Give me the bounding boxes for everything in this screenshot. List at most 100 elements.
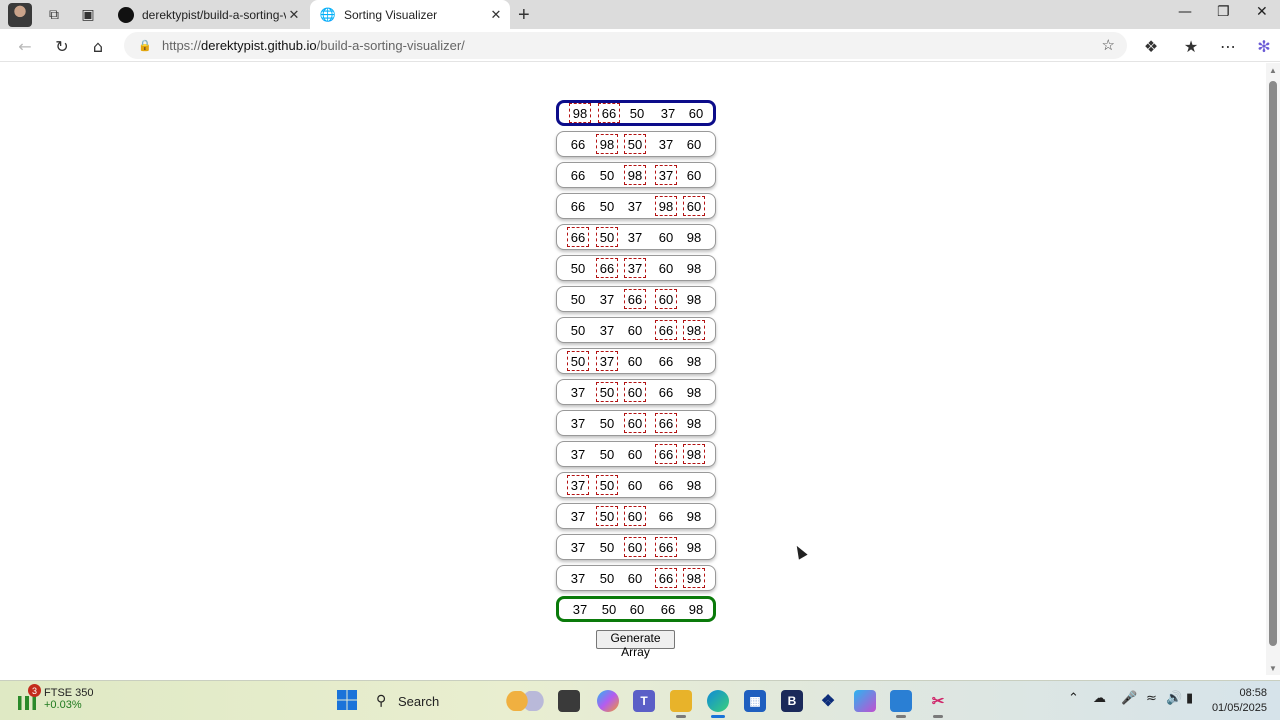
compared-value: 60 bbox=[683, 196, 705, 216]
array-value: 66 bbox=[658, 353, 674, 369]
copilot-365-icon[interactable] bbox=[854, 690, 876, 712]
scroll-down-icon[interactable]: ▼ bbox=[1269, 665, 1277, 673]
compared-value: 98 bbox=[683, 568, 705, 588]
clock-date: 01/05/2025 bbox=[1211, 702, 1267, 714]
compared-value: 98 bbox=[683, 320, 705, 340]
tab-strip: ⧉ ▣ derektypist/build-a-sorting-visual ✕… bbox=[0, 0, 1280, 29]
edge-icon[interactable] bbox=[707, 690, 729, 718]
array-value: 98 bbox=[686, 477, 702, 493]
notification-badge: 3 bbox=[28, 684, 41, 697]
array-row-step: 37 50 60 66 98 bbox=[556, 410, 716, 436]
array-value: 66 bbox=[660, 601, 676, 617]
extensions-icon[interactable]: ❖ bbox=[1140, 35, 1162, 57]
compared-value: 37 bbox=[655, 165, 677, 185]
dropbox-icon[interactable]: ❖ bbox=[817, 690, 839, 712]
array-value: 60 bbox=[627, 446, 643, 462]
array-value: 60 bbox=[658, 260, 674, 276]
compared-value: 66 bbox=[655, 568, 677, 588]
volume-icon[interactable]: 🔊 bbox=[1166, 691, 1182, 706]
array-value: 66 bbox=[570, 136, 586, 152]
compared-value: 66 bbox=[655, 413, 677, 433]
array-value: 50 bbox=[629, 105, 645, 121]
compared-value: 50 bbox=[567, 351, 589, 371]
close-tab-icon[interactable]: ✕ bbox=[488, 7, 504, 23]
compared-value: 60 bbox=[624, 537, 646, 557]
compared-value: 66 bbox=[567, 227, 589, 247]
compared-value: 50 bbox=[596, 506, 618, 526]
notepad-icon[interactable] bbox=[890, 690, 912, 718]
github-icon bbox=[118, 6, 134, 23]
compared-value: 98 bbox=[569, 103, 591, 123]
array-value: 37 bbox=[570, 508, 586, 524]
tab-title: derektypist/build-a-sorting-visual bbox=[142, 7, 286, 22]
array-row-sorted: 37 50 60 66 98 bbox=[556, 596, 716, 622]
stock-chart-icon: 3 bbox=[16, 684, 41, 710]
array-row-step: 50 37 60 66 98 bbox=[556, 317, 716, 343]
widget-change: +0.03% bbox=[44, 699, 82, 711]
compared-value: 66 bbox=[655, 320, 677, 340]
window-close-icon[interactable]: ✕ bbox=[1256, 4, 1268, 20]
compared-value: 98 bbox=[596, 134, 618, 154]
store-icon[interactable]: ▦ bbox=[744, 690, 766, 712]
windows-start-icon[interactable] bbox=[337, 690, 357, 710]
widget-name: FTSE 350 bbox=[44, 687, 94, 699]
teams-icon[interactable]: T bbox=[633, 690, 655, 712]
taskbar: 3 FTSE 350 +0.03% ⚲ Search T ▦ B ❖ ✂ ⌃ ☁… bbox=[0, 680, 1280, 720]
tab-sorting-visualizer[interactable]: 🌐 Sorting Visualizer ✕ bbox=[310, 0, 510, 29]
array-value: 50 bbox=[599, 198, 615, 214]
tab-actions-icon[interactable]: ▣ bbox=[78, 5, 98, 25]
favorite-star-icon[interactable]: ☆ bbox=[1102, 36, 1115, 54]
array-value: 98 bbox=[686, 384, 702, 400]
array-value: 37 bbox=[570, 415, 586, 431]
array-value: 37 bbox=[658, 136, 674, 152]
back-arrow-icon[interactable]: ← bbox=[14, 35, 36, 57]
array-value: 37 bbox=[599, 322, 615, 338]
new-tab-button[interactable]: + bbox=[518, 4, 530, 27]
lock-icon[interactable]: 🔒 bbox=[138, 39, 152, 53]
onedrive-icon[interactable]: ☁ bbox=[1093, 691, 1106, 706]
minimize-icon[interactable]: — bbox=[1178, 4, 1192, 20]
array-row-step: 37 50 60 66 98 bbox=[556, 441, 716, 467]
b-app-icon[interactable]: B bbox=[781, 690, 803, 712]
scrollbar-thumb[interactable] bbox=[1269, 81, 1277, 646]
navigation-bar: ← ↻ ⌂ 🔒 https://derektypist.github.io/bu… bbox=[0, 29, 1280, 62]
array-value: 60 bbox=[629, 601, 645, 617]
compared-value: 98 bbox=[624, 165, 646, 185]
array-value: 50 bbox=[599, 446, 615, 462]
microphone-icon[interactable]: 🎤 bbox=[1121, 691, 1137, 706]
array-row-step: 50 37 60 66 98 bbox=[556, 348, 716, 374]
favorites-icon[interactable]: ★ bbox=[1180, 35, 1202, 57]
scroll-up-icon[interactable]: ▲ bbox=[1269, 67, 1277, 75]
more-options-icon[interactable]: ⋯ bbox=[1217, 35, 1239, 57]
wifi-icon[interactable]: ≈ bbox=[1146, 691, 1157, 706]
array-value: 66 bbox=[658, 477, 674, 493]
array-value: 50 bbox=[601, 601, 617, 617]
copilot-app-icon[interactable] bbox=[597, 690, 619, 712]
copilot-icon[interactable]: ✻ bbox=[1253, 35, 1275, 57]
compared-value: 66 bbox=[596, 258, 618, 278]
snipping-tool-icon[interactable]: ✂ bbox=[927, 690, 949, 718]
compared-value: 37 bbox=[596, 351, 618, 371]
generate-array-button[interactable]: Generate Array bbox=[596, 630, 675, 659]
profile-avatar[interactable] bbox=[8, 3, 32, 27]
stock-widget[interactable]: 3 FTSE 350 +0.03% bbox=[16, 684, 94, 711]
system-clock[interactable]: 08:58 01/05/2025 bbox=[1207, 686, 1267, 716]
home-icon[interactable]: ⌂ bbox=[87, 35, 109, 57]
battery-icon[interactable]: ▮ bbox=[1186, 691, 1193, 706]
refresh-icon[interactable]: ↻ bbox=[51, 35, 73, 57]
array-row-step: 37 50 60 66 98 bbox=[556, 379, 716, 405]
compared-value: 50 bbox=[596, 475, 618, 495]
file-explorer-icon[interactable] bbox=[670, 690, 692, 718]
restore-icon[interactable]: ❐ bbox=[1217, 4, 1230, 20]
task-view-icon[interactable] bbox=[558, 690, 580, 712]
close-tab-icon[interactable]: ✕ bbox=[286, 7, 302, 23]
collections-icon[interactable]: ⧉ bbox=[44, 5, 64, 25]
sorting-visualizer: 98 66 50 37 60 66 98 50 37 60 66 50 98 37 60 66 50 37 98 60… bbox=[556, 100, 716, 627]
array-value: 98 bbox=[686, 260, 702, 276]
taskbar-search[interactable]: ⚲ Search bbox=[370, 689, 550, 713]
vertical-scrollbar[interactable]: ▲ ▼ bbox=[1266, 63, 1280, 675]
tab-github[interactable]: derektypist/build-a-sorting-visual ✕ bbox=[108, 0, 308, 29]
address-bar[interactable]: 🔒 https://derektypist.github.io/build-a-… bbox=[124, 32, 1127, 59]
array-value: 50 bbox=[599, 415, 615, 431]
show-hidden-icons-icon[interactable]: ⌃ bbox=[1068, 691, 1079, 706]
